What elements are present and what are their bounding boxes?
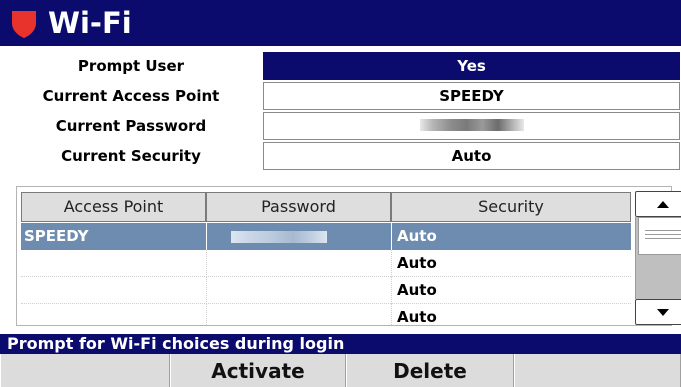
column-divider: [206, 277, 207, 304]
status-bar: Prompt for Wi-Fi choices during login: [0, 334, 681, 354]
arrow-up-icon: [657, 201, 669, 208]
table-row[interactable]: SPEEDY Auto: [21, 223, 631, 250]
current-access-point-field[interactable]: SPEEDY: [263, 82, 680, 110]
prompt-user-field[interactable]: Yes: [263, 52, 680, 80]
delete-button[interactable]: Delete: [346, 354, 514, 387]
current-security-field[interactable]: Auto: [263, 142, 680, 170]
table-row[interactable]: Auto: [21, 250, 631, 277]
column-divider: [391, 277, 392, 304]
column-divider: [391, 304, 392, 325]
page-title: Wi-Fi: [48, 6, 132, 40]
obscured-password: [419, 119, 524, 131]
current-password-label: Current Password: [55, 117, 207, 135]
scroll-up-button[interactable]: [635, 191, 681, 217]
prompt-user-label: Prompt User: [77, 57, 185, 75]
current-access-point-label: Current Access Point: [42, 87, 220, 105]
activate-button[interactable]: Activate: [170, 354, 346, 387]
thumb-grip-line: [645, 230, 681, 231]
softkey-bar: Activate Delete: [0, 354, 681, 387]
column-header-access-point[interactable]: Access Point: [21, 192, 206, 222]
scroll-track[interactable]: [635, 217, 681, 299]
security-cell: Auto: [397, 308, 437, 325]
title-bar: Wi-Fi: [0, 0, 681, 46]
column-header-password[interactable]: Password: [206, 192, 391, 222]
table-row[interactable]: Auto: [21, 277, 631, 304]
obscured-password: [231, 231, 327, 243]
scroll-thumb[interactable]: [638, 217, 681, 255]
thumb-grip-line: [645, 238, 681, 239]
security-cell: Auto: [397, 227, 437, 245]
security-cell: Auto: [397, 254, 437, 272]
table-scrollbar[interactable]: [635, 191, 681, 325]
table-row[interactable]: Auto: [21, 304, 631, 325]
access-point-cell: SPEEDY: [24, 227, 89, 245]
access-point-table: Access Point Password Security SPEEDY Au…: [16, 186, 681, 326]
thumb-grip-line: [645, 234, 681, 235]
column-header-security[interactable]: Security: [391, 192, 631, 222]
softkey-1[interactable]: [0, 354, 170, 387]
security-cell: Auto: [397, 281, 437, 299]
column-divider: [206, 250, 207, 277]
softkey-4[interactable]: [514, 354, 681, 387]
scroll-down-button[interactable]: [635, 299, 681, 325]
column-divider: [206, 223, 207, 250]
column-divider: [391, 223, 392, 250]
arrow-down-icon: [657, 309, 669, 316]
current-password-field[interactable]: [263, 112, 680, 140]
column-divider: [391, 250, 392, 277]
column-divider: [206, 304, 207, 325]
shield-icon: [12, 11, 36, 38]
current-security-label: Current Security: [61, 147, 201, 165]
